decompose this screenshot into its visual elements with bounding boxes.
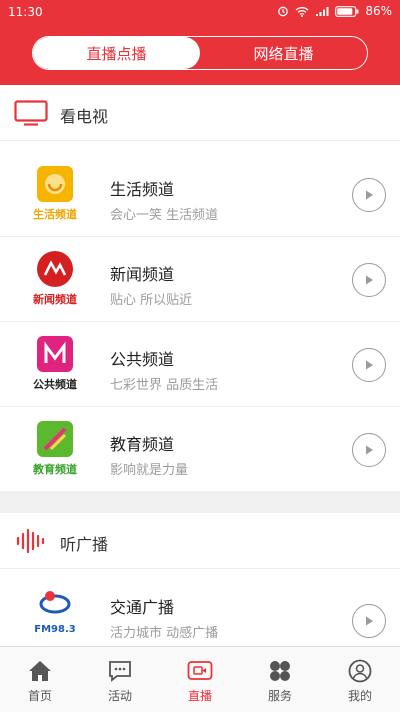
play-button[interactable]	[352, 178, 386, 212]
tab-live-vod[interactable]: 直播点播	[33, 37, 200, 69]
play-button[interactable]	[352, 348, 386, 382]
chat-icon	[107, 659, 133, 683]
station-row-traffic[interactable]: FM98.3 交通广播 活力城市 动感广播	[0, 570, 400, 655]
life-channel-logo-icon	[37, 166, 73, 202]
tab-label: 首页	[27, 689, 52, 703]
segmented-control: 直播点播 网络直播	[32, 36, 368, 70]
status-time: 11:30	[8, 5, 43, 19]
play-button[interactable]	[352, 604, 386, 638]
channel-slogan: 贴心 所以贴近	[110, 293, 193, 308]
channel-logo-label: 教育频道	[33, 463, 77, 476]
channel-logo-news: 新闻频道	[22, 251, 88, 311]
app-header: 11:30 86% 直播点播 网络直播	[0, 0, 400, 85]
live-video-icon	[187, 659, 213, 683]
traffic-radio-logo-icon	[37, 584, 73, 620]
tv-section-title: 看电视	[60, 107, 109, 126]
channel-logo-life: 生活频道	[22, 166, 88, 226]
tab-activity[interactable]: 活动	[80, 647, 160, 712]
channel-logo-public: 公共频道	[22, 336, 88, 396]
play-button[interactable]	[352, 433, 386, 467]
play-icon	[366, 275, 373, 285]
radio-section-header: 听广播	[0, 513, 400, 569]
tab-home[interactable]: 首页	[0, 647, 80, 712]
tab-services[interactable]: 服务	[240, 647, 320, 712]
home-icon	[27, 659, 53, 683]
status-bar: 11:30 86%	[0, 0, 400, 24]
wifi-icon	[295, 6, 309, 17]
public-channel-logo-icon	[37, 336, 73, 372]
channel-name: 生活频道	[110, 180, 175, 199]
tab-label: 直播	[187, 689, 212, 703]
channel-name: 教育频道	[110, 435, 175, 454]
user-icon	[347, 659, 373, 683]
channel-row-life[interactable]: 生活频道 生活频道 会心一笑 生活频道	[0, 152, 400, 237]
tab-live[interactable]: 直播	[160, 647, 240, 712]
channel-slogan: 七彩世界 品质生活	[110, 378, 219, 393]
tab-network-live[interactable]: 网络直播	[200, 37, 367, 69]
channel-logo-label: 新闻频道	[33, 293, 77, 306]
channel-logo-education: 教育频道	[22, 421, 88, 481]
channel-logo-label: 公共频道	[33, 378, 77, 391]
signal-icon	[315, 6, 329, 17]
play-button[interactable]	[352, 263, 386, 297]
tab-label: 我的	[347, 689, 372, 703]
channel-slogan: 影响就是力量	[110, 463, 189, 478]
station-logo-label: FM98.3	[34, 624, 76, 635]
play-icon	[366, 190, 373, 200]
news-channel-logo-icon	[37, 251, 73, 287]
tv-section-header: 看电视	[0, 85, 400, 141]
play-icon	[366, 360, 373, 370]
clover-icon	[267, 659, 293, 683]
station-name: 交通广播	[110, 598, 175, 617]
channel-row-public[interactable]: 公共频道 公共频道 七彩世界 品质生活	[0, 322, 400, 407]
channel-name: 新闻频道	[110, 265, 175, 284]
status-icons: 86%	[277, 4, 392, 18]
sound-wave-icon	[14, 528, 48, 558]
bottom-tab-bar: 首页 活动 直播 服务 我的	[0, 646, 400, 712]
channel-row-education[interactable]: 教育频道 教育频道 影响就是力量	[0, 407, 400, 492]
section-divider	[0, 491, 400, 513]
station-logo-traffic: FM98.3	[22, 584, 88, 644]
channel-logo-label: 生活频道	[33, 208, 77, 221]
alarm-icon	[277, 5, 289, 17]
play-icon	[366, 616, 373, 626]
education-channel-logo-icon	[37, 421, 73, 457]
battery-icon	[335, 5, 359, 17]
tab-label: 服务	[267, 689, 292, 703]
tab-mine[interactable]: 我的	[320, 647, 400, 712]
radio-section-title: 听广播	[60, 535, 109, 554]
channel-row-news[interactable]: 新闻频道 新闻频道 贴心 所以贴近	[0, 237, 400, 322]
channel-slogan: 会心一笑 生活频道	[110, 208, 219, 223]
channel-name: 公共频道	[110, 350, 175, 369]
tv-icon	[14, 100, 48, 130]
tab-label: 活动	[107, 689, 132, 703]
play-icon	[366, 445, 373, 455]
station-slogan: 活力城市 动感广播	[110, 626, 219, 641]
battery-percent: 86%	[365, 4, 392, 18]
